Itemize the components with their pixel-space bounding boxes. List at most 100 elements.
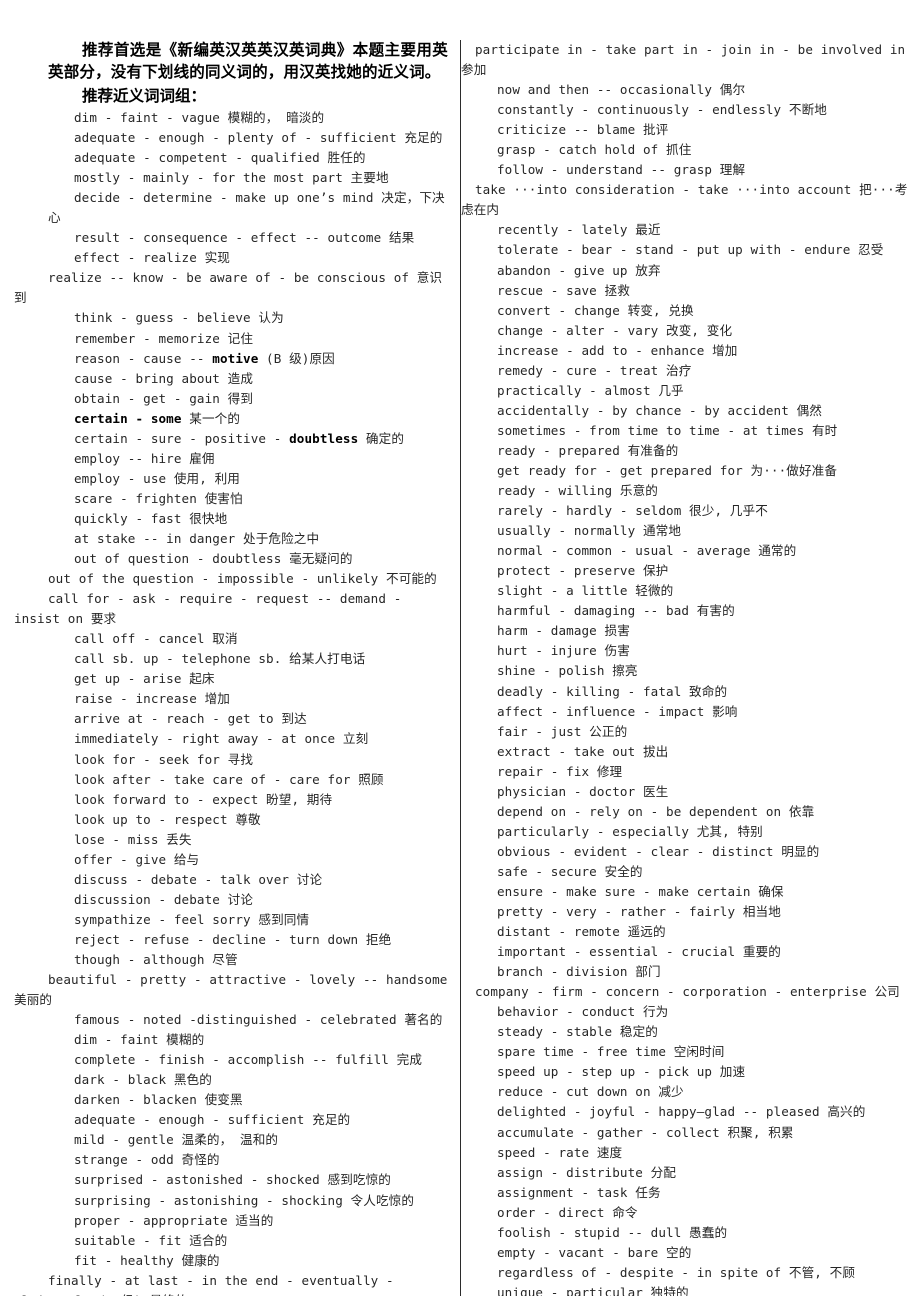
synonym-entry: cause - bring about 造成	[74, 370, 254, 386]
synonym-entry: beautiful - pretty - attractive - lovely…	[14, 972, 448, 1008]
synonym-entry: speed - rate 速度	[497, 1144, 623, 1160]
synonym-entry: spare time - free time 空闲时间	[497, 1044, 725, 1060]
synonym-entry: ready - willing 乐意的	[497, 483, 658, 499]
synonym-entry: dark - black 黑色的	[74, 1072, 212, 1088]
synonym-entry: physician - doctor 医生	[497, 783, 669, 799]
synonym-entry: dim - faint - vague 模糊的， 暗淡的	[74, 110, 325, 125]
synonym-entry: follow - understand -- grasp 理解	[497, 162, 746, 178]
synonym-entry: particularly - especially 尤其, 特别	[497, 823, 763, 839]
synonym-entry: safe - secure 安全的	[497, 863, 643, 879]
synonym-entry: adequate - enough - sufficient 充足的	[74, 1112, 351, 1128]
right-column: participate in - take part in - join in …	[461, 40, 919, 1296]
synonym-entry: shine - polish 擦亮	[497, 663, 638, 679]
synonym-entry: scare - frighten 使害怕	[74, 490, 243, 506]
synonym-entry: protect - preserve 保护	[497, 563, 669, 579]
synonym-entry: result - consequence - effect -- outcome…	[74, 230, 415, 246]
synonym-entry: call off - cancel 取消	[74, 631, 238, 647]
synonym-entry: fit - healthy 健康的	[74, 1252, 220, 1268]
synonym-entry: sometimes - from time to time - at times…	[497, 422, 838, 438]
synonym-entry: lose - miss 丢失	[74, 831, 192, 847]
synonym-entry: employ - use 使用, 利用	[74, 470, 241, 486]
synonym-entry: order - direct 命令	[497, 1204, 638, 1220]
synonym-entry: usually - normally 通常地	[497, 523, 682, 539]
synonym-entry: repair - fix 修理	[497, 763, 623, 779]
synonym-entry: extract - take out 拔出	[497, 743, 669, 759]
synonym-entry: call for - ask - require - request -- de…	[14, 591, 402, 627]
document-page: 推荐首选是《新编英汉英英汉英词典》本题主要用英英部分，没有下划线的同义词的，用汉…	[0, 0, 920, 1296]
synonym-entry: take ···into consideration - take ···int…	[461, 182, 908, 218]
synonym-entry: arrive at - reach - get to 到达	[74, 711, 307, 727]
synonym-entry: harmful - damaging -- bad 有害的	[497, 603, 735, 619]
synonym-entry: grasp - catch hold of 抓住	[497, 142, 692, 158]
synonym-entry: discussion - debate 讨论	[74, 891, 254, 907]
synonym-entry: steady - stable 稳定的	[497, 1024, 658, 1040]
synonym-entry: tolerate - bear - stand - put up with - …	[497, 242, 884, 258]
left-column-entry-list: dim - faint - vague 模糊的， 暗淡的 adequate - e…	[14, 108, 448, 1296]
synonym-entry: recently - lately 最近	[497, 222, 661, 238]
synonym-entry: at stake -- in danger 处于危险之中	[74, 530, 320, 546]
synonym-entry: slight - a little 轻微的	[497, 583, 674, 599]
page-subheading: 推荐近义词词组：	[82, 87, 207, 105]
synonym-entry: adequate - competent - qualified 胜任的	[74, 150, 366, 166]
synonym-entry: remedy - cure - treat 治疗	[497, 362, 692, 378]
synonym-entry: get up - arise 起床	[74, 671, 215, 687]
synonym-entry: increase - add to - enhance 增加	[497, 342, 738, 358]
synonym-entry: effect - realize 实现	[74, 250, 230, 266]
synonym-entry: abandon - give up 放弃	[497, 262, 661, 278]
synonym-entry: look forward to - expect 盼望, 期待	[74, 791, 333, 807]
synonym-entry: adequate - enough - plenty of - sufficie…	[74, 130, 443, 146]
synonym-entry: famous - noted -distinguished - celebrat…	[74, 1012, 443, 1028]
synonym-entry: behavior - conduct 行为	[497, 1004, 669, 1020]
synonym-entry: assignment - task 任务	[497, 1184, 661, 1200]
synonym-entry: regardless of - despite - in spite of 不管…	[497, 1264, 856, 1280]
synonym-entry: employ -- hire 雇佣	[74, 450, 215, 466]
synonym-entry: practically - almost 几乎	[497, 382, 684, 398]
synonym-entry: reason - cause -- motive (B 级)原因	[74, 350, 335, 366]
synonym-entry: get ready for - get prepared for 为···做好准…	[497, 462, 838, 478]
synonym-entry: normal - common - usual - average 通常的	[497, 543, 797, 559]
synonym-entry: ready - prepared 有准备的	[497, 442, 679, 458]
synonym-entry: proper - appropriate 适当的	[74, 1212, 274, 1228]
synonym-entry: branch - division 部门	[497, 964, 661, 980]
synonym-entry: accidentally - by chance - by accident 偶…	[497, 402, 822, 418]
synonym-entry: delighted - joyful - happy—glad -- pleas…	[497, 1104, 866, 1120]
synonym-entry: rarely - hardly - seldom 很少, 几乎不	[497, 503, 768, 519]
synonym-entry: change - alter - vary 改变, 变化	[497, 322, 733, 338]
synonym-entry: now and then -- occasionally 偶尔	[497, 82, 746, 98]
synonym-entry: pretty - very - rather - fairly 相当地	[497, 904, 781, 920]
synonym-entry: obvious - evident - clear - distinct 明显的	[497, 843, 820, 859]
synonym-entry: strange - odd 奇怪的	[74, 1152, 220, 1168]
synonym-entry: ensure - make sure - make certain 确保	[497, 883, 784, 899]
synonym-entry: immediately - right away - at once 立刻	[74, 731, 369, 747]
synonym-entry: hurt - injure 伤害	[497, 643, 630, 659]
synonym-entry: deadly - killing - fatal 致命的	[497, 683, 728, 699]
page-heading-paragraph: 推荐首选是《新编英汉英英汉英词典》本题主要用英英部分，没有下划线的同义词的，用汉…	[48, 41, 448, 81]
synonym-entry: finally - at last - in the end - eventua…	[14, 1272, 394, 1296]
synonym-entry: fair - just 公正的	[497, 723, 628, 739]
synonym-entry: harm - damage 损害	[497, 623, 630, 639]
synonym-entry: obtain - get - gain 得到	[74, 390, 254, 406]
synonym-entry: realize -- know - be aware of - be consc…	[14, 270, 443, 306]
synonym-entry: depend on - rely on - be dependent on 依靠	[497, 803, 815, 819]
synonym-entry: speed up - step up - pick up 加速	[497, 1064, 746, 1080]
synonym-entry: convert - change 转变, 兑换	[497, 302, 694, 318]
synonym-entry: mostly - mainly - for the most part 主要地	[74, 170, 389, 186]
synonym-entry: empty - vacant - bare 空的	[497, 1244, 692, 1260]
synonym-entry: assign - distribute 分配	[497, 1164, 677, 1180]
synonym-entry: darken - blacken 使变黑	[74, 1092, 243, 1108]
synonym-entry: important - essential - crucial 重要的	[497, 944, 781, 960]
synonym-entry: reject - refuse - decline - turn down 拒绝	[74, 931, 392, 947]
right-column-entry-list: participate in - take part in - join in …	[461, 40, 911, 1296]
synonym-entry: quickly - fast 很快地	[74, 510, 228, 526]
synonym-entry: rescue - save 拯救	[497, 282, 630, 298]
synonym-entry: affect - influence - impact 影响	[497, 703, 738, 719]
left-column: 推荐首选是《新编英汉英英汉英词典》本题主要用英英部分，没有下划线的同义词的，用汉…	[0, 40, 458, 1296]
synonym-entry: look up to - respect 尊敬	[74, 811, 261, 827]
synonym-entry: look for - seek for 寻找	[74, 751, 254, 767]
synonym-entry: call sb. up - telephone sb. 给某人打电话	[74, 651, 366, 667]
synonym-entry: decide - determine - make up one’s mind …	[48, 190, 445, 226]
synonym-entry: dim - faint 模糊的	[74, 1032, 205, 1048]
synonym-entry: discuss - debate - talk over 讨论	[74, 871, 323, 887]
synonym-entry: criticize -- blame 批评	[497, 122, 669, 138]
synonym-entry: surprising - astonishing - shocking 令人吃惊…	[74, 1192, 415, 1208]
